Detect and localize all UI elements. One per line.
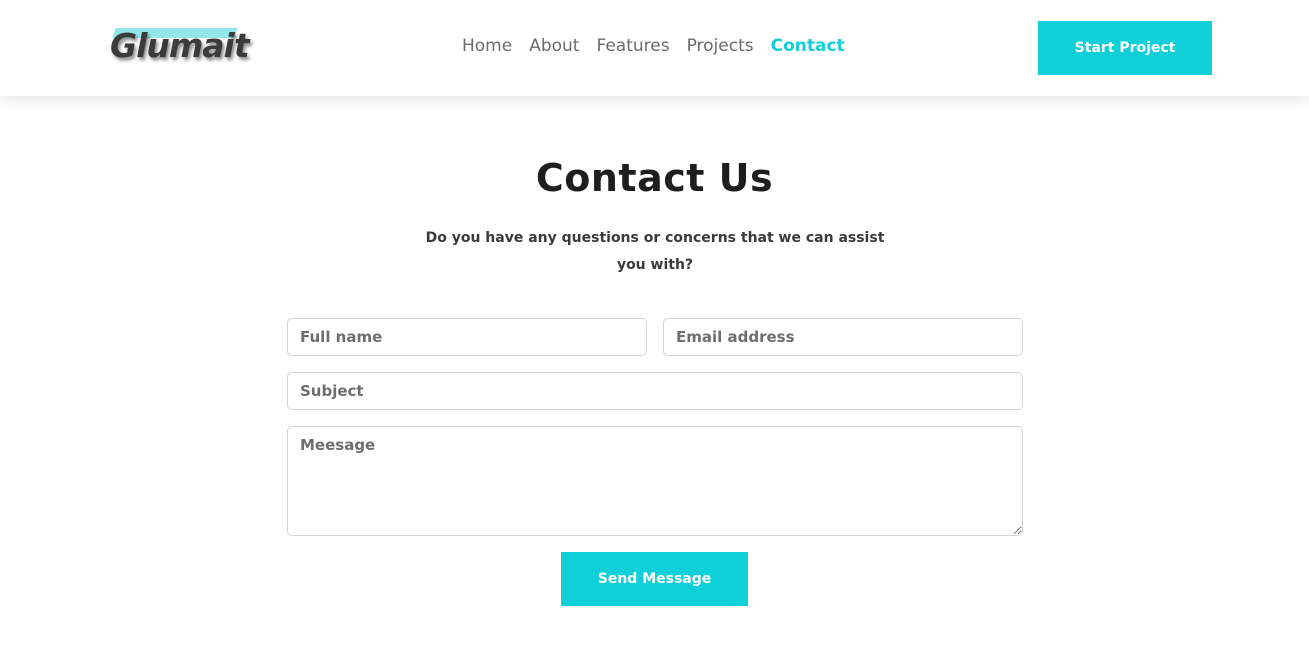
logo-text: Glumait <box>110 26 250 65</box>
nav-about[interactable]: About <box>529 34 579 58</box>
message-textarea[interactable] <box>287 426 1023 536</box>
nav-home[interactable]: Home <box>462 34 512 58</box>
nav-features[interactable]: Features <box>596 34 669 58</box>
site-header: Glumait Home About Features Projects Con… <box>0 0 1309 96</box>
nav-contact[interactable]: Contact <box>771 34 845 58</box>
nav-projects[interactable]: Projects <box>687 34 754 58</box>
main-nav: Home About Features Projects Contact <box>462 34 845 58</box>
subject-input[interactable] <box>287 372 1023 410</box>
logo[interactable]: Glumait <box>108 25 250 69</box>
start-project-button[interactable]: Start Project <box>1038 21 1212 75</box>
page-subtitle: Do you have any questions or concerns th… <box>425 230 885 273</box>
email-input[interactable] <box>663 318 1023 356</box>
send-message-button[interactable]: Send Message <box>561 552 748 606</box>
full-name-input[interactable] <box>287 318 647 356</box>
page-title: Contact Us <box>535 156 774 200</box>
